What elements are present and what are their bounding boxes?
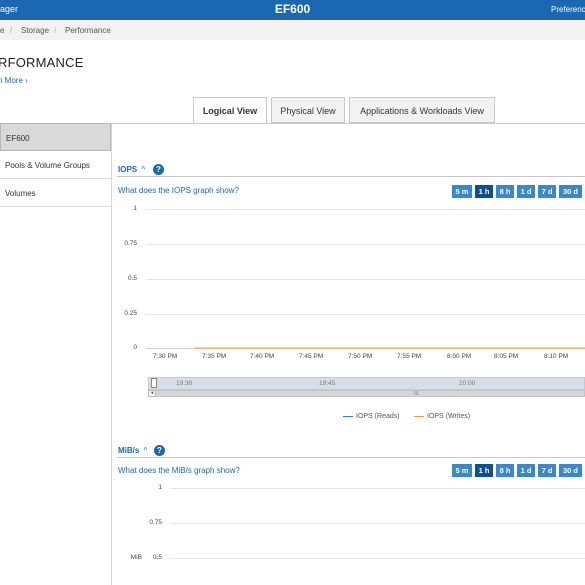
chevron-up-icon: ^ xyxy=(141,165,146,174)
sidebar-item-ef600[interactable]: EF600 xyxy=(0,123,111,151)
top-bar: ager EF600 Preference xyxy=(0,0,585,20)
sidebar-item-pools-volume-groups[interactable]: Pools & Volume Groups xyxy=(0,151,111,179)
x-tick-label: 8:00 PM xyxy=(447,353,472,360)
time-range-7d[interactable]: 7 d xyxy=(538,185,556,198)
y-tick-label: 0.5 xyxy=(152,554,162,561)
time-range-5m[interactable]: 5 m xyxy=(452,185,472,198)
sidebar: EF600 Pools & Volume Groups Volumes xyxy=(0,123,112,585)
chevron-up-icon: ^ xyxy=(143,446,148,455)
x-tick-label: 7:50 PM xyxy=(348,353,373,360)
y-tick-label: 0.75 xyxy=(149,519,162,526)
y-tick-label: 0.5 xyxy=(127,275,137,282)
iops-section-toggle[interactable]: IOPS ^ xyxy=(118,165,145,174)
mibs-graph-help-link[interactable]: What does the MiB/s graph show? xyxy=(118,466,240,475)
time-range-1d[interactable]: 1 d xyxy=(517,185,535,198)
breadcrumb: e / Storage / Performance xyxy=(0,20,585,40)
breadcrumb-storage[interactable]: Storage xyxy=(21,26,49,35)
navigator-scrollbar[interactable] xyxy=(148,390,585,397)
preferences-link[interactable]: Preference xyxy=(551,5,585,14)
tab-divider xyxy=(112,123,585,124)
legend-reads[interactable]: IOPS (Reads) xyxy=(356,413,400,420)
time-navigator[interactable]: 19:30 19:45 20:00 xyxy=(148,377,585,390)
sidebar-item-volumes[interactable]: Volumes xyxy=(0,179,111,207)
tab-logical-view[interactable]: Logical View xyxy=(193,97,267,124)
x-tick-label: 8:10 PM xyxy=(544,353,569,360)
iops-section-rule xyxy=(117,176,585,177)
iops-graph-help-link[interactable]: What does the IOPS graph show? xyxy=(118,186,239,195)
x-tick-label: 7:55 PM xyxy=(397,353,422,360)
tab-applications-workloads-view[interactable]: Applications & Workloads View xyxy=(349,97,495,123)
sidebar-item-label: EF600 xyxy=(6,134,30,143)
mibs-heading: MiB/s xyxy=(118,446,140,455)
x-tick-label: 7:45 PM xyxy=(299,353,324,360)
x-tick-label: 7:30 PM xyxy=(153,353,178,360)
mibs-section-toggle[interactable]: MiB/s ^ xyxy=(118,446,147,455)
gridline xyxy=(170,558,585,559)
time-range-30d[interactable]: 30 d xyxy=(559,464,582,477)
x-tick-label: 7:35 PM xyxy=(202,353,227,360)
y-tick-label: 0.75 xyxy=(124,240,137,247)
breadcrumb-separator: / xyxy=(10,26,13,35)
y-tick-label: 1 xyxy=(158,484,162,491)
time-range-1d[interactable]: 1 d xyxy=(517,464,535,477)
time-range-7d[interactable]: 7 d xyxy=(538,464,556,477)
navigator-label: 20:00 xyxy=(459,380,476,387)
legend-swatch-writes xyxy=(414,416,424,417)
y-tick-label: 0 xyxy=(133,344,137,351)
y-tick-label: 1 xyxy=(133,205,137,212)
time-range-1h[interactable]: 1 h xyxy=(475,464,493,477)
legend-writes[interactable]: IOPS (Writes) xyxy=(427,413,470,420)
learn-more-link[interactable]: n More › xyxy=(0,76,28,85)
system-title: EF600 xyxy=(274,2,311,16)
help-icon[interactable]: ? xyxy=(154,445,165,456)
breadcrumb-home[interactable]: e xyxy=(0,26,4,35)
scrollbar-grip[interactable]: III xyxy=(414,391,418,397)
time-range-1h[interactable]: 1 h xyxy=(475,185,493,198)
help-icon[interactable]: ? xyxy=(153,164,164,175)
time-range-8h[interactable]: 8 h xyxy=(496,185,514,198)
breadcrumb-separator: / xyxy=(54,26,57,35)
x-tick-label: 8:05 PM xyxy=(494,353,519,360)
gridline xyxy=(170,523,585,524)
sidebar-item-label: Pools & Volume Groups xyxy=(5,161,90,170)
y-axis-unit-label: MiB xyxy=(130,554,142,561)
gridline xyxy=(170,488,585,489)
scroll-left-arrow-icon[interactable]: ◂ xyxy=(148,390,156,397)
time-range-8h[interactable]: 8 h xyxy=(496,464,514,477)
tab-physical-view[interactable]: Physical View xyxy=(271,97,345,123)
navigator-handle[interactable] xyxy=(151,378,157,388)
navigator-label: 19:45 xyxy=(319,380,336,387)
x-tick-label: 7:40 PM xyxy=(250,353,275,360)
navigator-label: 19:30 xyxy=(176,380,193,387)
time-range-30d[interactable]: 30 d xyxy=(559,185,582,198)
y-tick-label: 0.25 xyxy=(124,310,137,317)
sidebar-item-label: Volumes xyxy=(5,189,36,198)
page-title: RFORMANCE xyxy=(0,55,84,70)
iops-plot-area xyxy=(195,347,585,349)
legend-swatch-reads xyxy=(343,416,353,417)
mibs-section-rule xyxy=(117,457,585,458)
iops-heading: IOPS xyxy=(118,165,138,174)
breadcrumb-performance: Performance xyxy=(65,26,111,35)
time-range-5m[interactable]: 5 m xyxy=(452,464,472,477)
